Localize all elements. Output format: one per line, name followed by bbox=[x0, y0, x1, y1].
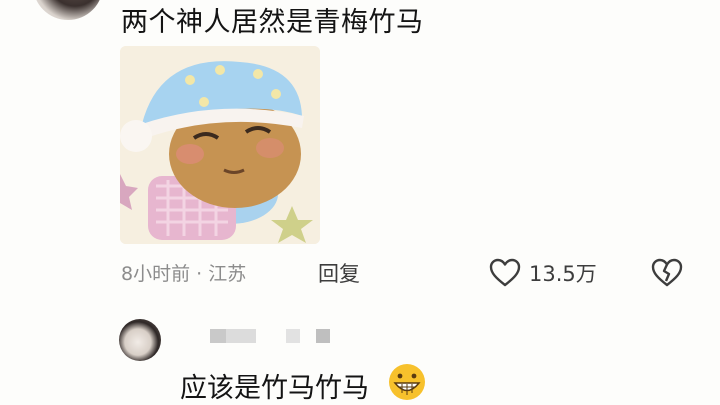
commenter-avatar[interactable] bbox=[33, 0, 103, 20]
heart-outline-icon[interactable] bbox=[489, 258, 521, 288]
reply-avatar[interactable] bbox=[119, 319, 161, 361]
comment-text: 两个神人居然是青梅竹马 bbox=[121, 7, 424, 38]
comment-sticker-image[interactable] bbox=[120, 46, 320, 244]
sticker-illustration bbox=[120, 46, 320, 244]
reply-text: 应该是竹马竹马 bbox=[180, 373, 369, 404]
broken-heart-icon[interactable] bbox=[651, 258, 683, 288]
grinning-emoji bbox=[389, 364, 425, 400]
like-count: 13.5万 bbox=[529, 262, 597, 286]
comment-meta: 8小时前 · 江苏 bbox=[121, 263, 247, 285]
reply-button[interactable]: 回复 bbox=[318, 258, 360, 288]
